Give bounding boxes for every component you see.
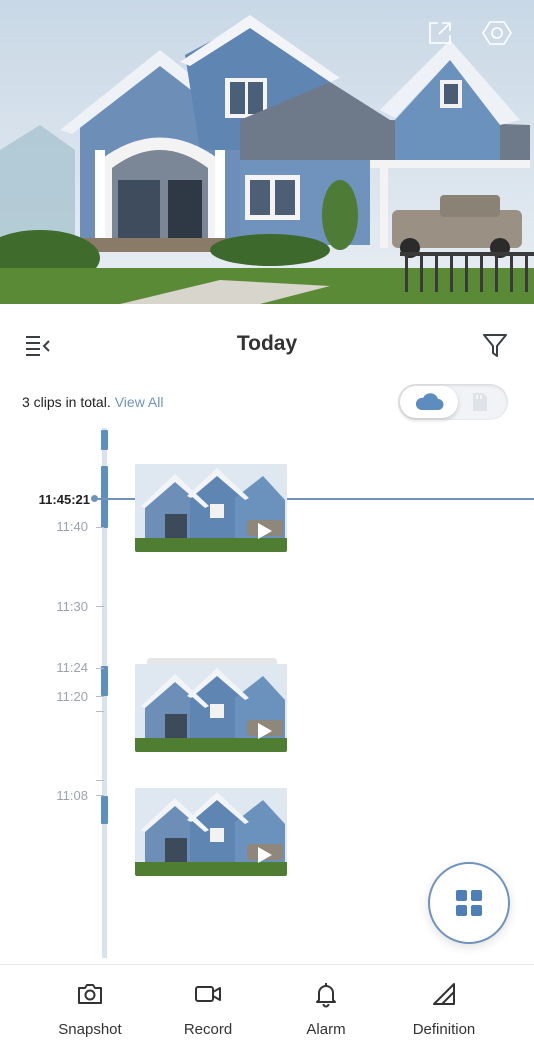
page-title: Today [236, 332, 298, 355]
time-tick [96, 780, 104, 781]
grid-icon [456, 890, 482, 916]
time-label: 11:24 [56, 660, 88, 675]
play-icon [258, 723, 272, 739]
cloud-option[interactable] [400, 386, 458, 418]
live-preview[interactable] [0, 0, 534, 304]
time-label: 11:20 [56, 689, 88, 704]
external-link-icon[interactable] [425, 18, 455, 48]
current-time-label: 11:45:21 [38, 492, 90, 507]
bell-icon [311, 979, 341, 1009]
clips-total-text: 3 clips in total. [22, 394, 111, 410]
time-label: 11:30 [56, 599, 88, 614]
timeline-header: Today [0, 318, 534, 374]
recording-segment[interactable] [101, 666, 108, 696]
view-all-link[interactable]: View All [115, 394, 164, 410]
record-label: Record [183, 1021, 233, 1038]
storage-toggle[interactable] [398, 384, 508, 420]
grid-view-button[interactable] [428, 862, 510, 944]
clips-summary: 3 clips in total. View All [22, 394, 164, 410]
recording-segment[interactable] [101, 430, 108, 450]
sd-card-icon[interactable] [468, 391, 490, 413]
time-label: 11:40 [56, 519, 88, 534]
filter-icon[interactable] [480, 330, 510, 360]
play-icon [258, 523, 272, 539]
clip-thumbnail[interactable] [135, 788, 287, 876]
record-button[interactable]: Record [158, 979, 258, 1038]
time-tick [96, 711, 104, 712]
clip-thumbnail[interactable] [135, 464, 287, 552]
cloud-icon [415, 393, 444, 410]
definition-button[interactable]: Definition [394, 979, 494, 1038]
video-camera-icon [193, 979, 223, 1009]
recording-segment[interactable] [101, 466, 108, 528]
time-tick [96, 527, 104, 528]
clip-thumbnail[interactable] [135, 664, 287, 752]
snapshot-label: Snapshot [58, 1021, 122, 1038]
camera-icon [75, 979, 105, 1009]
time-tick [96, 668, 104, 669]
definition-label: Definition [412, 1021, 476, 1038]
alarm-label: Alarm [306, 1021, 346, 1038]
hexagon-gear-icon[interactable] [482, 18, 512, 48]
time-tick [96, 606, 104, 607]
recording-segment[interactable] [101, 796, 108, 824]
bottom-toolbar: Snapshot Record Alarm Definition [0, 964, 534, 1061]
time-tick [96, 795, 104, 796]
definition-icon [429, 979, 459, 1009]
time-tick [96, 696, 104, 697]
alarm-button[interactable]: Alarm [276, 979, 376, 1038]
play-icon [258, 847, 272, 863]
snapshot-button[interactable]: Snapshot [40, 979, 140, 1038]
time-label: 11:08 [56, 788, 88, 803]
